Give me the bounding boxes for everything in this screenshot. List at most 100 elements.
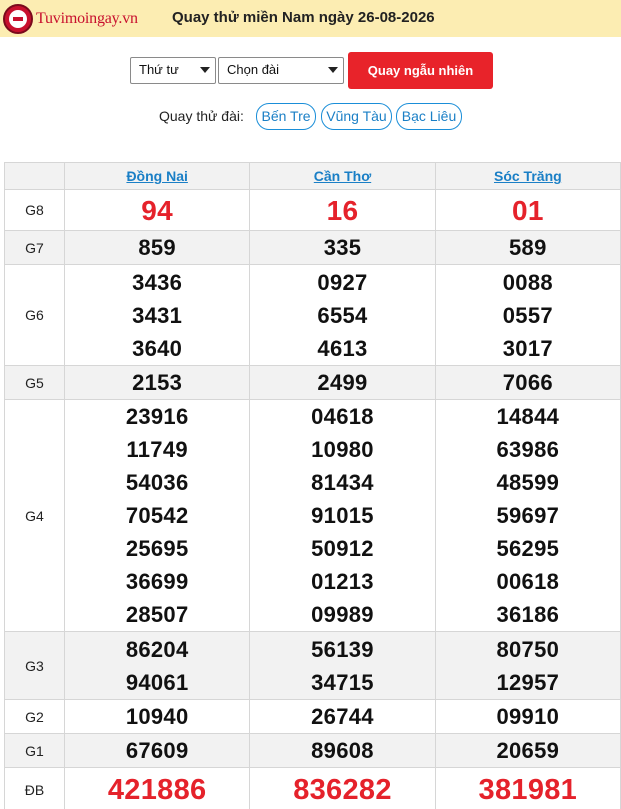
prize-row: G6 3436 3431 3640 0927 6554 4613 0088 0557 3017 xyxy=(4,264,621,366)
prize-row: G2 10940 26744 09910 xyxy=(4,699,621,734)
result-number: 54036 xyxy=(125,470,189,495)
result-number: 01 xyxy=(511,194,544,226)
chevron-down-icon xyxy=(200,67,210,73)
quick-spin-label: Quay thử đài: xyxy=(159,108,244,124)
day-select[interactable]: Thứ tư xyxy=(130,57,216,84)
province-link-can-tho[interactable]: Cần Thơ xyxy=(249,162,436,190)
result-number: 04618 xyxy=(311,404,374,429)
result-cell: 7066 xyxy=(434,365,621,400)
result-number: 67609 xyxy=(125,738,189,763)
spin-controls: Thứ tư Chọn đài Quay ngẫu nhiên xyxy=(0,52,621,89)
prize-label: G4 xyxy=(4,399,65,632)
logo-icon xyxy=(3,4,33,34)
result-cell: 0088 0557 3017 xyxy=(434,264,621,366)
result-number: 6554 xyxy=(317,302,368,328)
result-number: 421886 xyxy=(107,773,207,806)
result-number: 10940 xyxy=(125,704,189,729)
station-pill-vung-tau[interactable]: Vũng Tàu xyxy=(321,103,392,130)
province-link-dong-nai[interactable]: Đồng Nai xyxy=(63,162,251,190)
result-cell: 89608 xyxy=(249,733,436,768)
result-number: 0557 xyxy=(502,302,553,328)
result-cell: 0927 6554 4613 xyxy=(249,264,436,366)
random-spin-button[interactable]: Quay ngẫu nhiên xyxy=(348,52,493,89)
result-cell: 26744 xyxy=(249,699,436,734)
result-cell: 04618 10980 81434 91015 50912 01213 09989 xyxy=(249,399,436,632)
result-number: 7066 xyxy=(502,370,553,395)
prize-label: ĐB xyxy=(4,767,65,809)
result-number: 34715 xyxy=(311,669,374,695)
result-number: 09989 xyxy=(311,602,374,627)
site-logo[interactable]: Tuvimoingay.vn xyxy=(3,2,138,36)
prize-row: G4 23916 11749 54036 70542 25695 36699 28507 046… xyxy=(4,399,621,632)
result-number: 48599 xyxy=(496,470,560,495)
result-cell: 3436 3431 3640 xyxy=(63,264,251,366)
result-number: 3640 xyxy=(132,335,183,361)
result-cell: 56139 34715 xyxy=(249,631,436,700)
result-cell: 2499 xyxy=(249,365,436,400)
prize-row: G1 67609 89608 20659 xyxy=(4,733,621,768)
prize-label: G2 xyxy=(4,699,65,734)
result-number: 50912 xyxy=(311,536,374,561)
result-number: 16 xyxy=(326,194,359,226)
prize-label: G7 xyxy=(4,230,65,265)
province-link-soc-trang[interactable]: Sóc Trăng xyxy=(434,162,621,190)
result-cell: 67609 xyxy=(63,733,251,768)
prize-row: G8 94 16 01 xyxy=(4,189,621,231)
result-cell: 94 xyxy=(63,189,251,231)
result-number: 2153 xyxy=(132,370,183,395)
prize-label: G6 xyxy=(4,264,65,366)
result-number: 0927 xyxy=(317,269,368,295)
result-number: 381981 xyxy=(478,773,578,806)
result-number: 14844 xyxy=(496,404,560,429)
result-cell: 381981 xyxy=(434,767,621,809)
result-cell: 01 xyxy=(434,189,621,231)
result-number: 36186 xyxy=(496,602,560,627)
result-number: 94 xyxy=(141,194,174,226)
result-cell: 859 xyxy=(63,230,251,265)
prize-row: G5 2153 2499 7066 xyxy=(4,365,621,400)
prize-label: G8 xyxy=(4,189,65,231)
top-header: Tuvimoingay.vn Quay thử miền Nam ngày 26… xyxy=(0,0,621,37)
result-number: 89608 xyxy=(311,738,374,763)
result-number: 28507 xyxy=(125,602,189,627)
result-number: 09910 xyxy=(496,704,560,729)
result-number: 3017 xyxy=(502,335,553,361)
result-number: 836282 xyxy=(293,773,392,806)
result-number: 11749 xyxy=(126,437,188,462)
result-number: 81434 xyxy=(311,470,374,495)
result-number: 56139 xyxy=(311,636,374,662)
result-cell: 20659 xyxy=(434,733,621,768)
result-number: 26744 xyxy=(311,704,374,729)
result-cell: 2153 xyxy=(63,365,251,400)
station-select[interactable]: Chọn đài xyxy=(218,57,344,84)
station-pill-bac-lieu[interactable]: Bạc Liêu xyxy=(396,103,462,130)
prize-rows: G8 94 16 01 G7 859 335 589 G6 3436 3431 3640 0927 655… xyxy=(4,189,621,809)
quick-spin-row: Quay thử đài: Bến Tre Vũng Tàu Bạc Liêu xyxy=(0,103,621,131)
result-number: 63986 xyxy=(496,437,560,462)
table-header-row: Đồng Nai Cần Thơ Sóc Trăng xyxy=(4,162,621,190)
result-cell: 10940 xyxy=(63,699,251,734)
result-cell: 16 xyxy=(249,189,436,231)
result-cell: 836282 xyxy=(249,767,436,809)
prize-label: G1 xyxy=(4,733,65,768)
result-number: 589 xyxy=(509,235,547,260)
prize-label: G5 xyxy=(4,365,65,400)
result-number: 3431 xyxy=(132,302,183,328)
result-number: 56295 xyxy=(496,536,560,561)
station-select-value: Chọn đài xyxy=(227,62,280,77)
result-number: 12957 xyxy=(496,669,560,695)
result-cell: 86204 94061 xyxy=(63,631,251,700)
page-title: Quay thử miền Nam ngày 26-08-2026 xyxy=(172,9,435,26)
result-cell: 589 xyxy=(434,230,621,265)
result-number: 10980 xyxy=(311,437,374,462)
result-number: 0088 xyxy=(502,269,553,295)
results-table: Đồng Nai Cần Thơ Sóc Trăng G8 94 16 01 G7 859… xyxy=(4,162,621,809)
result-number: 59697 xyxy=(496,503,560,528)
result-number: 2499 xyxy=(317,370,368,395)
result-number: 20659 xyxy=(496,738,560,763)
result-number: 94061 xyxy=(125,669,189,695)
chevron-down-icon xyxy=(328,67,338,73)
result-number: 25695 xyxy=(125,536,189,561)
station-pill-ben-tre[interactable]: Bến Tre xyxy=(256,103,316,130)
result-number: 23916 xyxy=(125,404,189,429)
